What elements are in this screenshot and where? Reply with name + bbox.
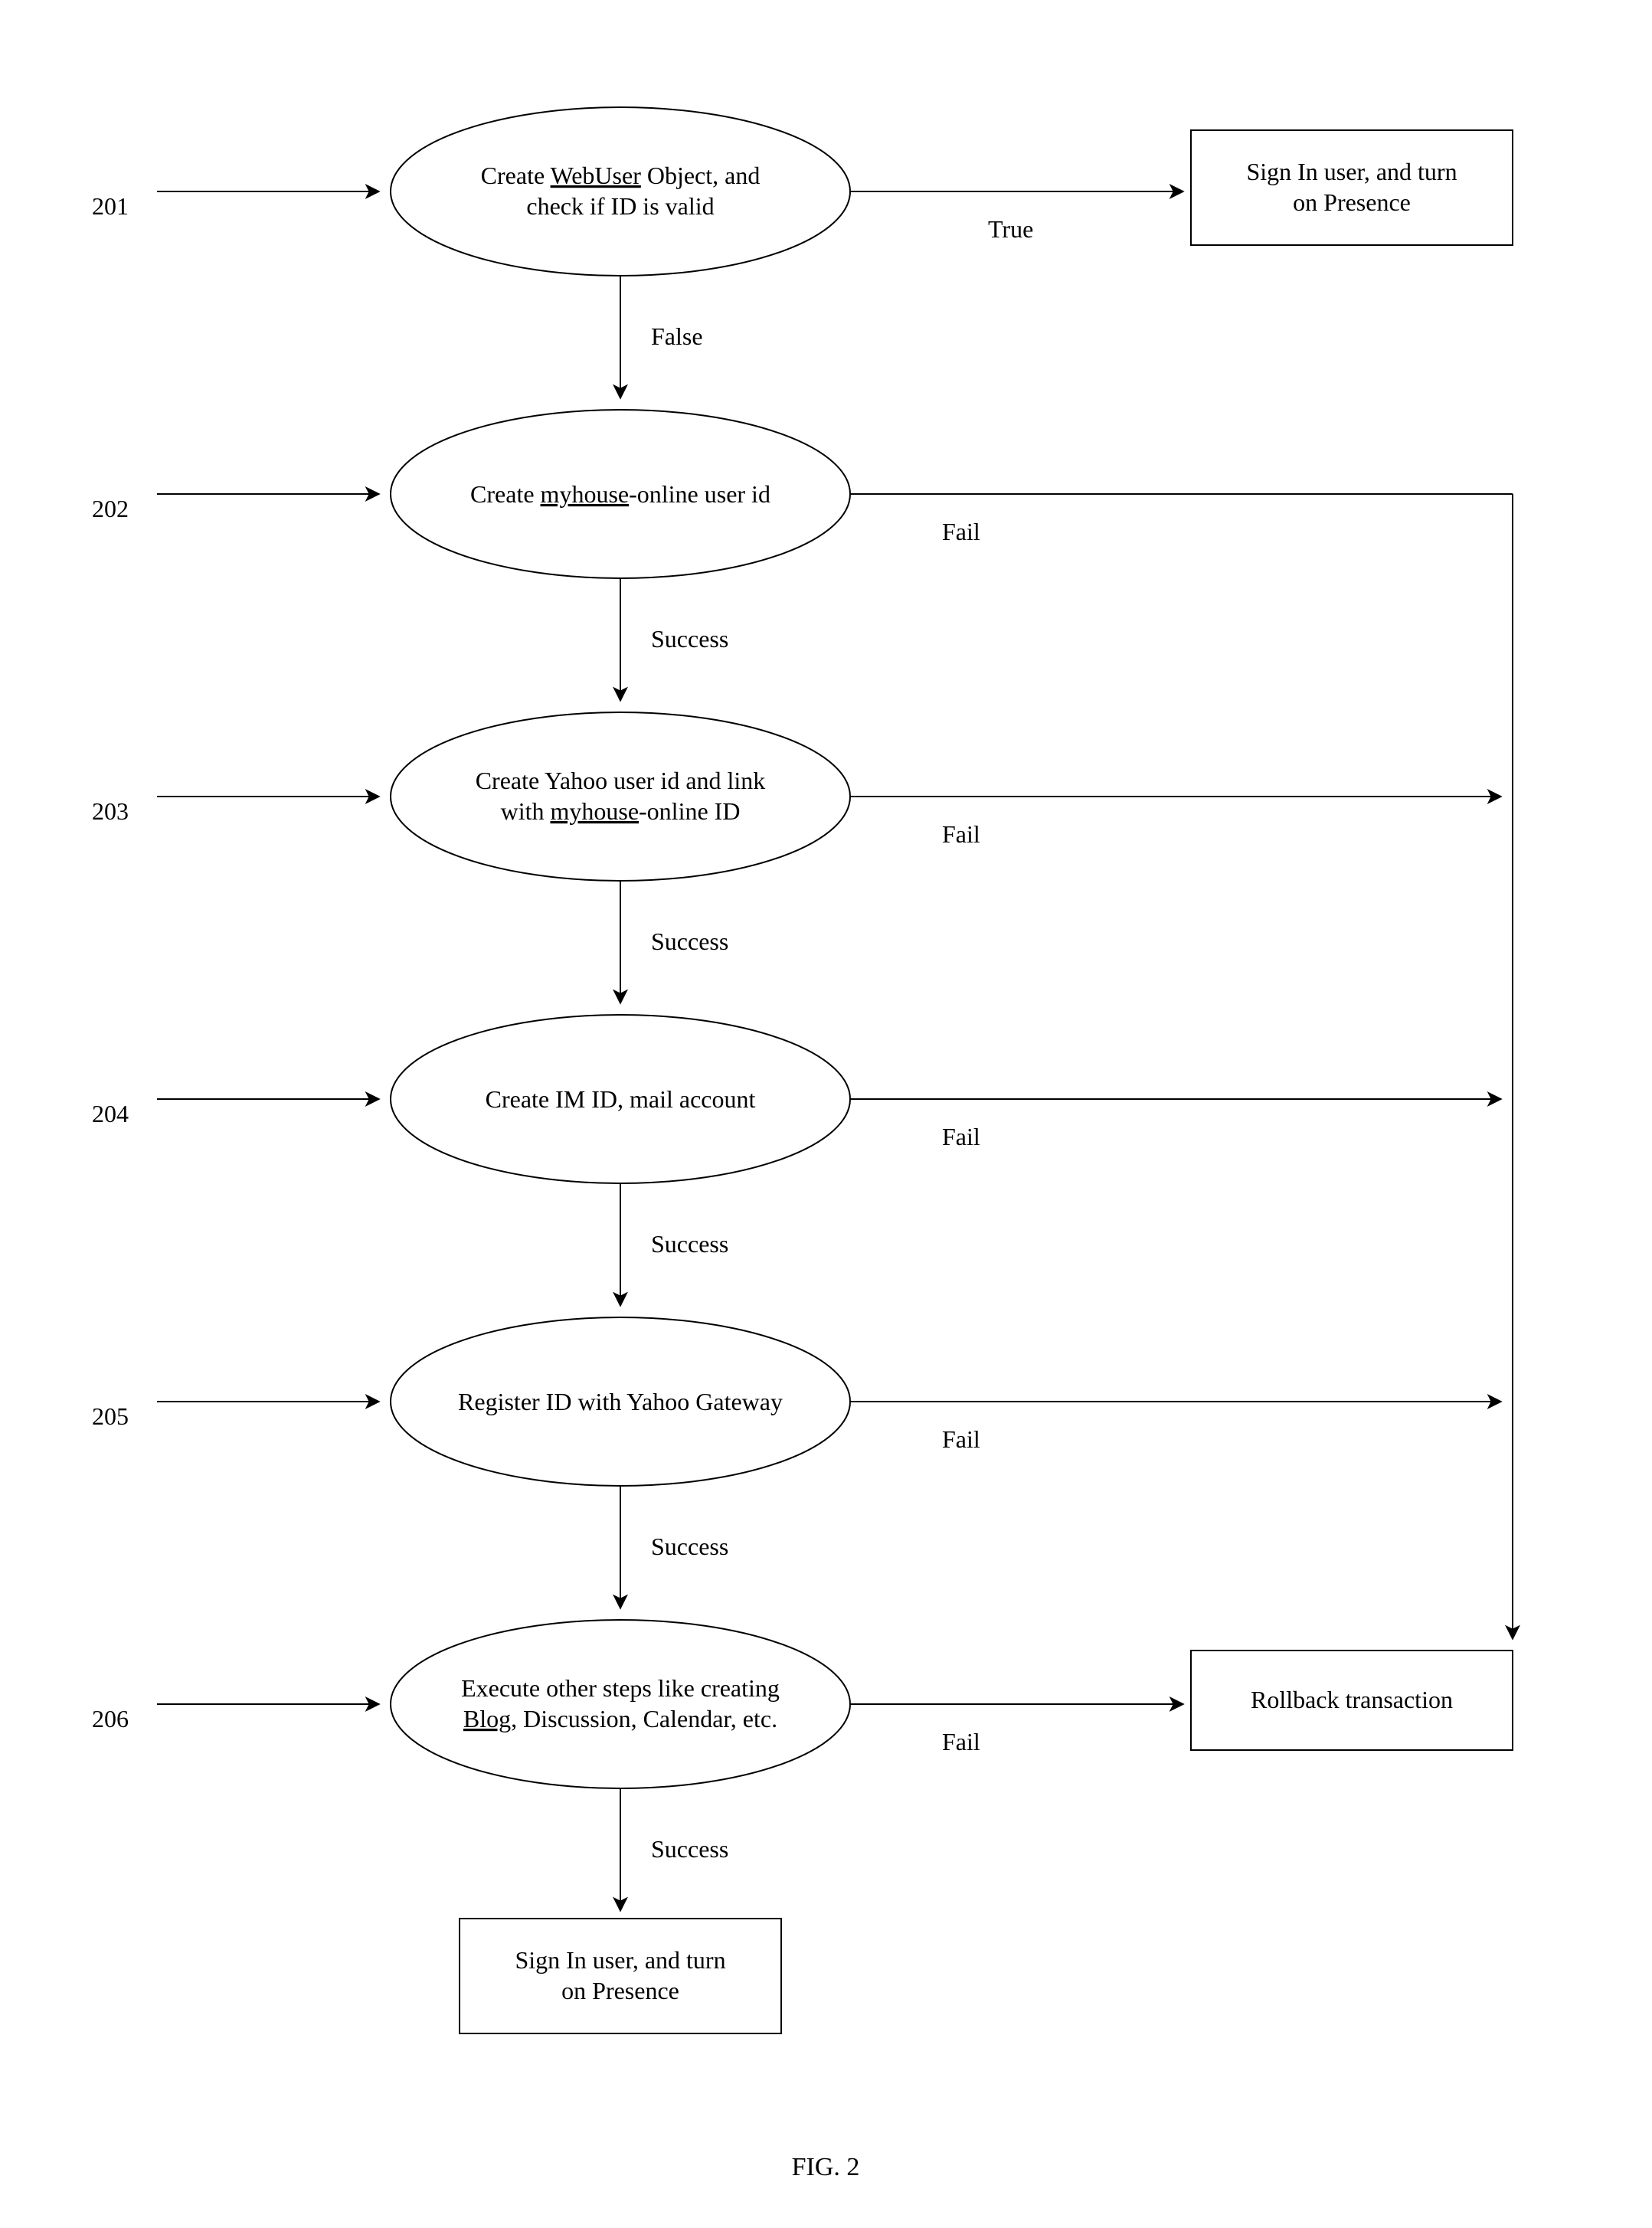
node-signin-bottom-l1: Sign In user, and turn [515, 1946, 725, 1974]
ref-206: 206 [92, 1705, 129, 1732]
node-register-gateway-text: Register ID with Yahoo Gateway [458, 1388, 783, 1415]
ref-202: 202 [92, 495, 129, 522]
node-create-yahoo-l2: with myhouse-online ID [501, 797, 741, 825]
label-fail-205: Fail [942, 1425, 980, 1453]
node-create-webuser-text-l1: Create WebUser Object, and [481, 162, 761, 189]
label-success-205: Success [651, 1533, 728, 1560]
flowchart-diagram: 201 Create WebUser Object, and check if … [0, 0, 1652, 2228]
node-execute-other-l1: Execute other steps like creating [461, 1674, 780, 1702]
node-signin-top-l2: on Presence [1293, 188, 1411, 216]
label-success-202: Success [651, 625, 728, 653]
ref-201: 201 [92, 192, 129, 220]
label-false: False [651, 322, 703, 350]
node-create-yahoo [391, 712, 850, 881]
label-fail-203: Fail [942, 820, 980, 848]
label-success-203: Success [651, 928, 728, 955]
label-fail-204: Fail [942, 1123, 980, 1150]
ref-203: 203 [92, 797, 129, 825]
node-rollback-text: Rollback transaction [1251, 1686, 1453, 1713]
ref-204: 204 [92, 1100, 129, 1127]
node-create-webuser [391, 107, 850, 276]
label-success-204: Success [651, 1230, 728, 1258]
figure-caption: FIG. 2 [792, 2153, 860, 2181]
node-execute-other-l2: Blog, Discussion, Calendar, etc. [463, 1705, 777, 1732]
node-signin-bottom-l2: on Presence [561, 1977, 679, 2004]
node-signin-top-l1: Sign In user, and turn [1246, 158, 1457, 185]
node-create-myhouse-text: Create myhouse-online user id [470, 480, 770, 508]
label-fail-202: Fail [942, 518, 980, 545]
node-execute-other [391, 1620, 850, 1788]
node-create-yahoo-l1: Create Yahoo user id and link [476, 767, 766, 794]
label-success-206: Success [651, 1835, 728, 1863]
node-create-webuser-text-l2: check if ID is valid [526, 192, 714, 220]
label-fail-206: Fail [942, 1728, 980, 1755]
ref-205: 205 [92, 1402, 129, 1430]
node-signin-bottom [460, 1919, 781, 2033]
label-true: True [988, 215, 1033, 243]
node-signin-top [1191, 130, 1513, 245]
node-create-im-text: Create IM ID, mail account [486, 1085, 756, 1113]
